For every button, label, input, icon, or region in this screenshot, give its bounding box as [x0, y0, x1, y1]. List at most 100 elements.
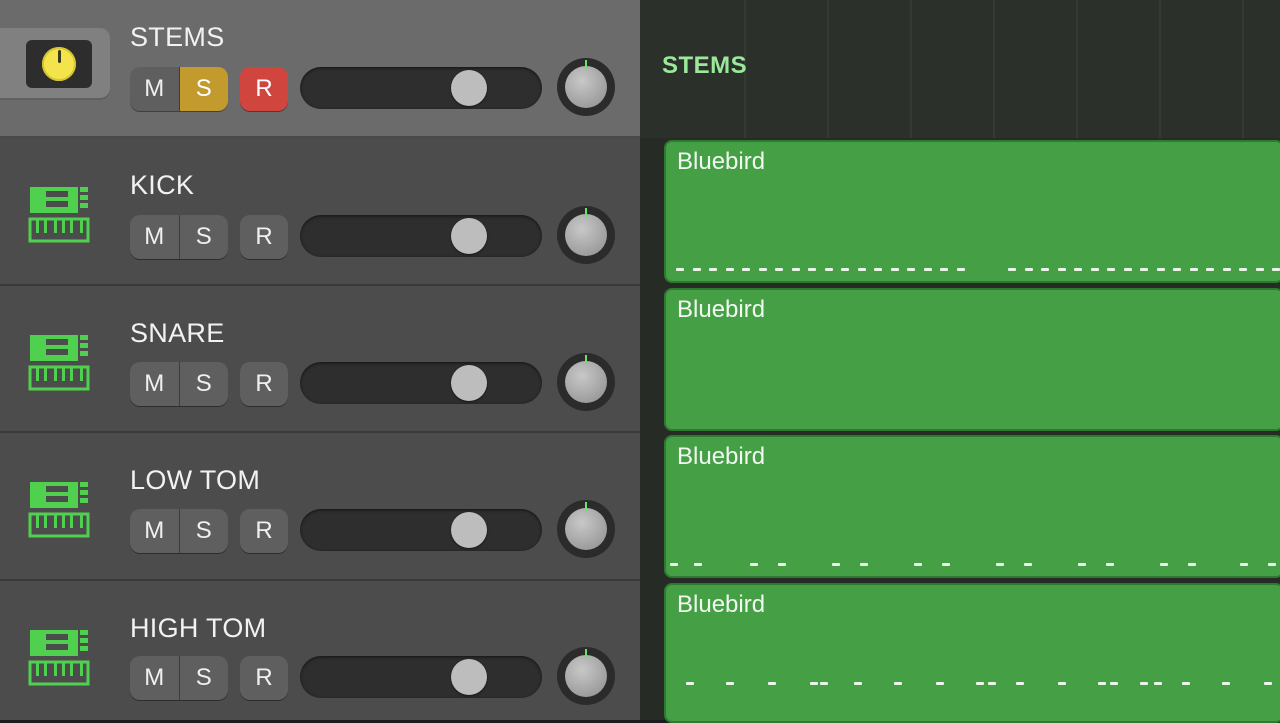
midi-note [676, 268, 684, 271]
region-name: Bluebird [677, 296, 766, 323]
midi-note [1024, 563, 1032, 566]
midi-note [1206, 268, 1214, 271]
record-button[interactable]: R [240, 67, 288, 111]
folder-lane-label: STEMS [662, 52, 748, 79]
volume-thumb[interactable] [451, 659, 488, 695]
pan-knob-icon[interactable] [557, 647, 615, 705]
track-name: KICK [130, 170, 195, 200]
software-instrument-icon [28, 335, 90, 391]
midi-note [1140, 268, 1148, 271]
midi-note [924, 268, 932, 271]
track-name: LOW TOM [130, 465, 261, 495]
midi-note [996, 563, 1004, 566]
midi-note [1188, 563, 1196, 566]
solo-button[interactable]: S [180, 215, 229, 259]
midi-note [726, 682, 734, 685]
yellow-knob-icon [42, 47, 76, 81]
midi-region[interactable]: Bluebird [664, 435, 1280, 578]
volume-slider[interactable] [300, 67, 542, 109]
folder-lane-stems[interactable]: STEMS [640, 0, 1280, 138]
midi-note [1173, 268, 1181, 271]
midi-note [1074, 268, 1082, 271]
folder-icon-box [0, 28, 110, 100]
grid-line [1242, 0, 1244, 138]
midi-note [1268, 563, 1276, 566]
volume-slider[interactable] [300, 215, 542, 257]
mute-button[interactable]: M [130, 215, 180, 259]
midi-note [1016, 682, 1024, 685]
midi-note [976, 682, 984, 685]
midi-note [1223, 268, 1231, 271]
midi-note [768, 682, 776, 685]
midi-note [874, 268, 882, 271]
midi-note [1041, 268, 1049, 271]
midi-note [694, 563, 702, 566]
track-header-kick[interactable]: KICK M S R [0, 138, 640, 286]
midi-note [1110, 682, 1118, 685]
mute-solo-group: M S [130, 67, 228, 111]
midi-note [942, 563, 950, 566]
midi-note [808, 268, 816, 271]
midi-note [858, 268, 866, 271]
pan-knob-icon[interactable] [557, 206, 615, 264]
record-button[interactable]: R [240, 362, 288, 406]
record-button[interactable]: R [240, 656, 288, 700]
midi-note [820, 682, 828, 685]
midi-note [1240, 563, 1248, 566]
midi-note [891, 268, 899, 271]
midi-note [1098, 682, 1106, 685]
grid-line [993, 0, 995, 138]
volume-slider[interactable] [300, 509, 542, 551]
midi-note [726, 268, 734, 271]
midi-note [1222, 682, 1230, 685]
mute-solo-group: M S [130, 362, 228, 406]
mute-button[interactable]: M [130, 656, 180, 700]
solo-button[interactable]: S [180, 362, 229, 406]
mute-button[interactable]: M [130, 67, 180, 111]
mute-solo-group: M S [130, 509, 228, 553]
track-name: HIGH TOM [130, 613, 267, 643]
solo-button[interactable]: S [179, 67, 228, 111]
midi-note [792, 268, 800, 271]
mute-button[interactable]: M [130, 362, 180, 406]
volume-thumb[interactable] [451, 365, 488, 401]
grid-line [1159, 0, 1161, 138]
midi-note [841, 268, 849, 271]
record-button[interactable]: R [240, 215, 288, 259]
volume-thumb[interactable] [451, 70, 488, 106]
pan-knob-icon[interactable] [557, 500, 615, 558]
pan-knob-icon[interactable] [557, 353, 615, 411]
midi-note [1160, 563, 1168, 566]
track-header-low-tom[interactable]: LOW TOM M S R [0, 433, 640, 581]
midi-notes [670, 563, 1280, 567]
midi-note [1239, 268, 1247, 271]
midi-region[interactable]: Bluebird [664, 140, 1280, 283]
region-name: Bluebird [677, 591, 766, 618]
solo-button[interactable]: S [180, 509, 229, 553]
record-button[interactable]: R [240, 509, 288, 553]
pan-knob-icon[interactable] [557, 58, 615, 116]
midi-note [778, 563, 786, 566]
solo-button[interactable]: S [180, 656, 229, 700]
midi-note [1025, 268, 1033, 271]
volume-thumb[interactable] [451, 218, 488, 254]
midi-note [907, 268, 915, 271]
midi-note [1272, 268, 1280, 271]
volume-slider[interactable] [300, 656, 542, 698]
midi-note [1091, 268, 1099, 271]
track-name: SNARE [130, 318, 225, 348]
track-header-snare[interactable]: SNARE M S R [0, 286, 640, 433]
midi-region[interactable]: Bluebird [664, 288, 1280, 431]
region-name: Bluebird [677, 443, 766, 470]
mute-button[interactable]: M [130, 509, 180, 553]
tracks-timeline[interactable]: STEMS Bluebird Bluebird Bluebird Bluebir… [640, 0, 1280, 723]
volume-thumb[interactable] [451, 512, 488, 548]
track-header-high-tom[interactable]: HIGH TOM M S R [0, 581, 640, 720]
midi-note [1058, 682, 1066, 685]
volume-slider[interactable] [300, 362, 542, 404]
midi-note [1157, 268, 1165, 271]
midi-region[interactable]: Bluebird [664, 583, 1280, 723]
track-header-stems[interactable]: STEMS M S R [0, 0, 640, 138]
software-instrument-icon [28, 482, 90, 538]
midi-note [940, 268, 948, 271]
